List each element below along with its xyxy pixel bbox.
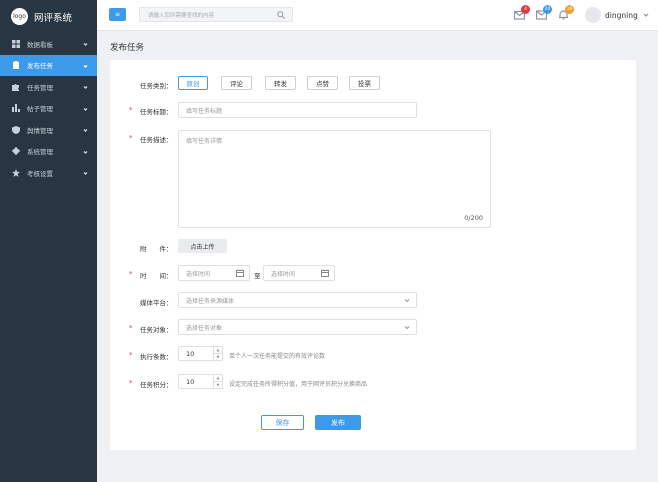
- menu-toggle-button[interactable]: ≡: [109, 8, 126, 21]
- count-stepper[interactable]: 10 ▲ ▼: [178, 346, 223, 361]
- dashboard-icon: [11, 39, 20, 48]
- required-mark: *: [129, 270, 133, 278]
- app-title: 网评系统: [34, 12, 73, 24]
- publish-button[interactable]: 发布: [315, 415, 361, 430]
- calendar-icon: [321, 269, 329, 277]
- topbar: ≡ 请输入您所需要查找的内容 4 20 16 dingning: [97, 0, 658, 31]
- avatar[interactable]: [585, 7, 601, 23]
- platform-label: 媒体平台：: [140, 299, 173, 307]
- page-title: 发布任务: [110, 43, 145, 53]
- count-label: 执行条数：: [140, 353, 173, 361]
- star-icon: [11, 168, 20, 177]
- shield-icon: [11, 125, 20, 134]
- attachment-label: 附 件：: [140, 245, 173, 253]
- upload-button[interactable]: 点击上传: [178, 239, 227, 253]
- points-hint: 设定完成任务所得积分值，用于网评员积分兑换商品: [229, 381, 368, 388]
- target-label: 任务对象：: [140, 326, 173, 334]
- sidebar-item-assessment-settings[interactable]: 考核设置: [0, 162, 97, 184]
- target-placeholder: 选择任务对象: [186, 324, 223, 332]
- char-counter: 0/200: [464, 214, 483, 222]
- required-mark: *: [129, 106, 133, 114]
- task-title-placeholder: 填写任务标题: [186, 107, 223, 115]
- sidebar-item-label: 考核设置: [27, 169, 53, 178]
- points-stepper[interactable]: 10 ▲ ▼: [178, 374, 223, 389]
- search-input[interactable]: 请输入您所需要查找的内容: [139, 7, 293, 22]
- sidebar-item-label: 任务管理: [27, 83, 53, 92]
- sidebar-item-label: 帖子管理: [27, 105, 53, 114]
- sidebar-item-publish-task[interactable]: 发布任务: [0, 54, 97, 76]
- sidebar-item-task-management[interactable]: 任务管理: [0, 76, 97, 98]
- time-label: 时 间：: [140, 272, 173, 280]
- task-desc-textarea[interactable]: 填写任务详情 0/200: [178, 130, 491, 228]
- sidebar-item-system-management[interactable]: 系统管理: [0, 141, 97, 163]
- type-original-button[interactable]: 原创: [178, 76, 208, 90]
- mail-icon[interactable]: 4: [513, 5, 530, 20]
- type-comment-button[interactable]: 评论: [221, 76, 252, 90]
- decrement-icon[interactable]: ▼: [214, 382, 222, 389]
- chevron-down-icon: [83, 170, 88, 175]
- sidebar-item-label: 舆情管理: [27, 126, 53, 135]
- form-card: 任务类别： 原创 评论 转发 点赞 投票 * 任务标题： 填写任务标题 * 任务…: [110, 60, 636, 450]
- bell-icon[interactable]: 16: [558, 5, 574, 20]
- sidebar-item-label: 发布任务: [27, 62, 53, 71]
- task-title-label: 任务标题：: [140, 108, 173, 116]
- chevron-down-icon: [83, 127, 88, 132]
- count-hint: 单个人一次任务能提交的有效评论数: [229, 353, 326, 360]
- chevron-down-icon: [404, 325, 410, 330]
- logo-area: logo 网评系统: [0, 0, 97, 33]
- bell-badge: 16: [565, 5, 574, 14]
- end-time-input[interactable]: 选择时间: [263, 265, 335, 281]
- search-icon[interactable]: [277, 11, 285, 19]
- required-mark: *: [129, 324, 133, 332]
- clipboard-icon: [11, 61, 20, 70]
- target-select[interactable]: 选择任务对象: [178, 319, 417, 335]
- points-value: 10: [186, 377, 195, 386]
- sidebar-item-post-management[interactable]: 帖子管理: [0, 98, 97, 120]
- required-mark: *: [129, 351, 133, 359]
- end-time-placeholder: 选择时间: [271, 270, 296, 278]
- platform-placeholder: 选择任务来源媒体: [186, 297, 235, 305]
- points-spinner[interactable]: ▲ ▼: [213, 375, 222, 388]
- count-value: 10: [186, 349, 195, 358]
- message-badge: 20: [543, 5, 552, 14]
- task-type-label: 任务类别：: [140, 82, 173, 90]
- chevron-down-icon: [83, 149, 88, 154]
- points-label: 任务积分：: [140, 381, 173, 389]
- start-time-placeholder: 选择时间: [186, 270, 211, 278]
- gear-icon: [11, 147, 20, 156]
- required-mark: *: [129, 379, 133, 387]
- sidebar-item-dashboard[interactable]: 数据看板: [0, 33, 97, 55]
- sidebar-item-label: 系统管理: [27, 148, 53, 157]
- mail-badge: 4: [521, 5, 530, 14]
- logo: logo: [11, 8, 28, 25]
- task-desc-placeholder: 填写任务详情: [186, 138, 223, 145]
- chevron-down-icon: [404, 298, 410, 303]
- chevron-down-icon: [83, 41, 88, 46]
- decrement-icon[interactable]: ▼: [214, 354, 222, 361]
- platform-select[interactable]: 选择任务来源媒体: [178, 292, 417, 308]
- type-vote-button[interactable]: 投票: [349, 76, 380, 90]
- task-title-input[interactable]: 填写任务标题: [178, 102, 417, 118]
- chevron-down-icon: [83, 106, 88, 111]
- sidebar: logo 网评系统 数据看板 发布任务 任务管理 帖子管理 舆情管理 系统管理 …: [0, 0, 97, 482]
- chevron-down-icon: [83, 84, 88, 89]
- calendar-icon: [236, 269, 244, 277]
- task-desc-label: 任务描述：: [140, 136, 173, 144]
- chevron-down-icon: [83, 63, 88, 68]
- save-button[interactable]: 保存: [261, 415, 304, 430]
- sidebar-item-label: 数据看板: [27, 40, 53, 49]
- type-forward-button[interactable]: 转发: [265, 76, 296, 90]
- puzzle-icon: [11, 82, 20, 91]
- count-spinner[interactable]: ▲ ▼: [213, 347, 222, 360]
- required-mark: *: [129, 134, 133, 142]
- username[interactable]: dingning: [605, 11, 638, 20]
- chevron-down-icon[interactable]: [643, 12, 649, 18]
- start-time-input[interactable]: 选择时间: [178, 265, 250, 281]
- search-placeholder: 请输入您所需要查找的内容: [148, 12, 215, 19]
- bar-chart-icon: [11, 104, 20, 113]
- message-icon[interactable]: 20: [535, 5, 552, 20]
- time-separator: 至: [254, 272, 261, 280]
- sidebar-item-opinion-management[interactable]: 舆情管理: [0, 119, 97, 141]
- type-like-button[interactable]: 点赞: [307, 76, 338, 90]
